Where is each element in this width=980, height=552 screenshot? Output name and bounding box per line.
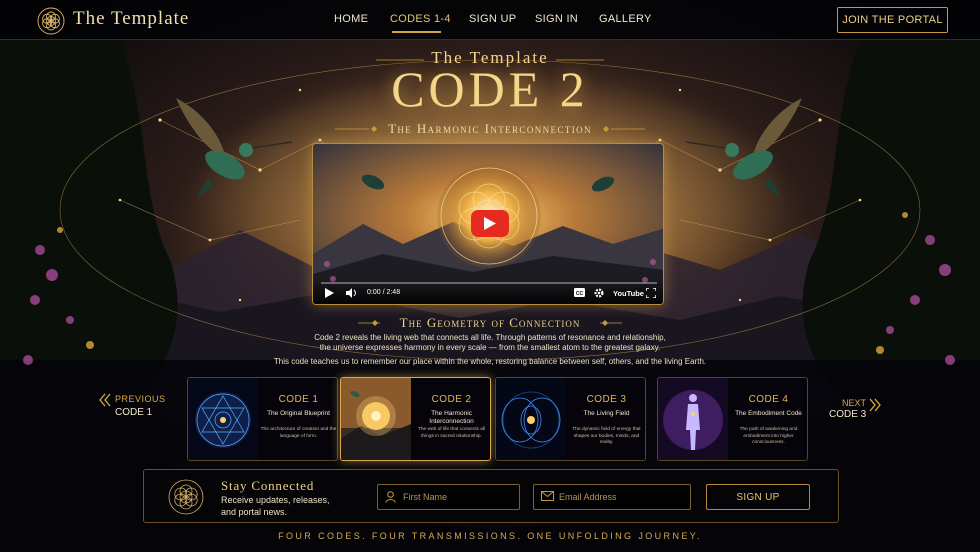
code-card-1[interactable]: CODE 1 The Original Blueprint The archit… — [187, 377, 338, 461]
previous-code-link[interactable]: CODE 1 — [115, 407, 152, 418]
code-card-4[interactable]: CODE 4 The Embodiment Code The path of a… — [657, 377, 808, 461]
card-code-label: CODE 4 — [748, 394, 789, 405]
footer-tagline: FOUR CODES. FOUR TRANSMISSIONS. ONE UNFO… — [278, 531, 702, 541]
play-icon[interactable] — [325, 288, 334, 298]
card-code-label: CODE 3 — [586, 394, 627, 405]
previous-label[interactable]: PREVIOUS — [115, 394, 166, 404]
next-code-link[interactable]: CODE 3 — [829, 409, 866, 420]
newsletter-panel: Stay Connected Receive updates, releases… — [143, 469, 839, 523]
card-name: The Original Blueprint — [267, 410, 330, 417]
user-icon — [385, 491, 396, 503]
fullscreen-icon[interactable] — [646, 288, 656, 298]
hero-title: CODE 2 — [391, 61, 589, 117]
next-label[interactable]: NEXT — [842, 398, 866, 408]
card-code-label: CODE 2 — [431, 394, 472, 405]
join-portal-button[interactable]: JOIN THE PORTAL — [837, 7, 948, 33]
captions-icon[interactable]: CC — [574, 288, 585, 297]
video-player[interactable]: 0:00 / 2:48 CC YouTube — [312, 143, 664, 305]
newsletter-title: Stay Connected — [221, 478, 315, 493]
nav-sign-in[interactable]: SIGN IN — [535, 13, 578, 25]
sign-up-button[interactable]: SIGN UP — [706, 484, 810, 510]
envelope-icon — [541, 491, 554, 501]
email-input[interactable] — [559, 485, 684, 509]
nav-gallery[interactable]: GALLERY — [599, 13, 652, 25]
torus-field-illustration — [496, 378, 566, 460]
card-name: The Living Field — [583, 410, 630, 417]
svg-text:CC: CC — [576, 291, 584, 297]
section-paragraph-line-1: Code 2 reveals the living web that conne… — [314, 333, 666, 342]
card-description: The path of awakening and embodiment int… — [739, 427, 798, 445]
video-time: 0:00 / 2:48 — [367, 289, 401, 296]
youtube-play-button[interactable] — [471, 210, 509, 237]
card-description: The dynamic field of energy that shapes … — [572, 427, 641, 445]
hero-subtitle: The Harmonic Interconnection — [388, 121, 592, 136]
nav-sign-up[interactable]: SIGN UP — [469, 13, 516, 25]
card-description: The architecture of creation and the lan… — [260, 427, 337, 439]
nav-home[interactable]: HOME — [334, 13, 368, 25]
first-name-field[interactable] — [377, 484, 520, 510]
chevron-double-right-icon[interactable] — [869, 398, 881, 412]
play-triangle-icon — [484, 217, 496, 230]
newsletter-description-line-1: Receive updates, releases, — [221, 495, 330, 505]
harmonic-orb-illustration — [341, 378, 411, 460]
chevron-double-left-icon[interactable] — [99, 393, 111, 407]
card-code-label: CODE 1 — [278, 394, 319, 405]
flower-of-life-icon — [168, 479, 204, 515]
first-name-input[interactable] — [403, 485, 513, 509]
section-paragraph-2: This code teaches us to remember our pla… — [273, 357, 707, 366]
nav-codes[interactable]: CODES 1-4 — [390, 13, 451, 25]
card-description: The web of life that connects all things… — [417, 427, 486, 439]
metatron-cube-illustration — [188, 378, 258, 460]
video-progress-bar[interactable] — [321, 282, 657, 284]
volume-icon[interactable] — [346, 288, 357, 298]
card-name: The Harmonic Interconnection — [429, 410, 474, 425]
flower-of-life-icon[interactable] — [36, 6, 66, 36]
email-field[interactable] — [533, 484, 691, 510]
active-nav-indicator — [392, 31, 441, 33]
video-controls: 0:00 / 2:48 CC YouTube — [313, 278, 663, 304]
top-nav: The Template HOME CODES 1-4 SIGN UP SIGN… — [0, 0, 980, 40]
section-heading: The Geometry of Connection — [399, 315, 581, 330]
code-card-3[interactable]: CODE 3 The Living Field The dynamic fiel… — [495, 377, 646, 461]
youtube-logo[interactable]: YouTube — [613, 289, 644, 298]
embodiment-figure-illustration — [658, 378, 728, 460]
code-card-2[interactable]: CODE 2 The Harmonic Interconnection The … — [340, 377, 491, 461]
section-paragraph-line-2: the universe expresses harmony in every … — [319, 343, 661, 352]
newsletter-description-line-2: and portal news. — [221, 507, 288, 517]
settings-icon[interactable] — [594, 288, 604, 298]
brand-name[interactable]: The Template — [73, 8, 189, 30]
card-name: The Embodiment Code — [735, 410, 802, 417]
